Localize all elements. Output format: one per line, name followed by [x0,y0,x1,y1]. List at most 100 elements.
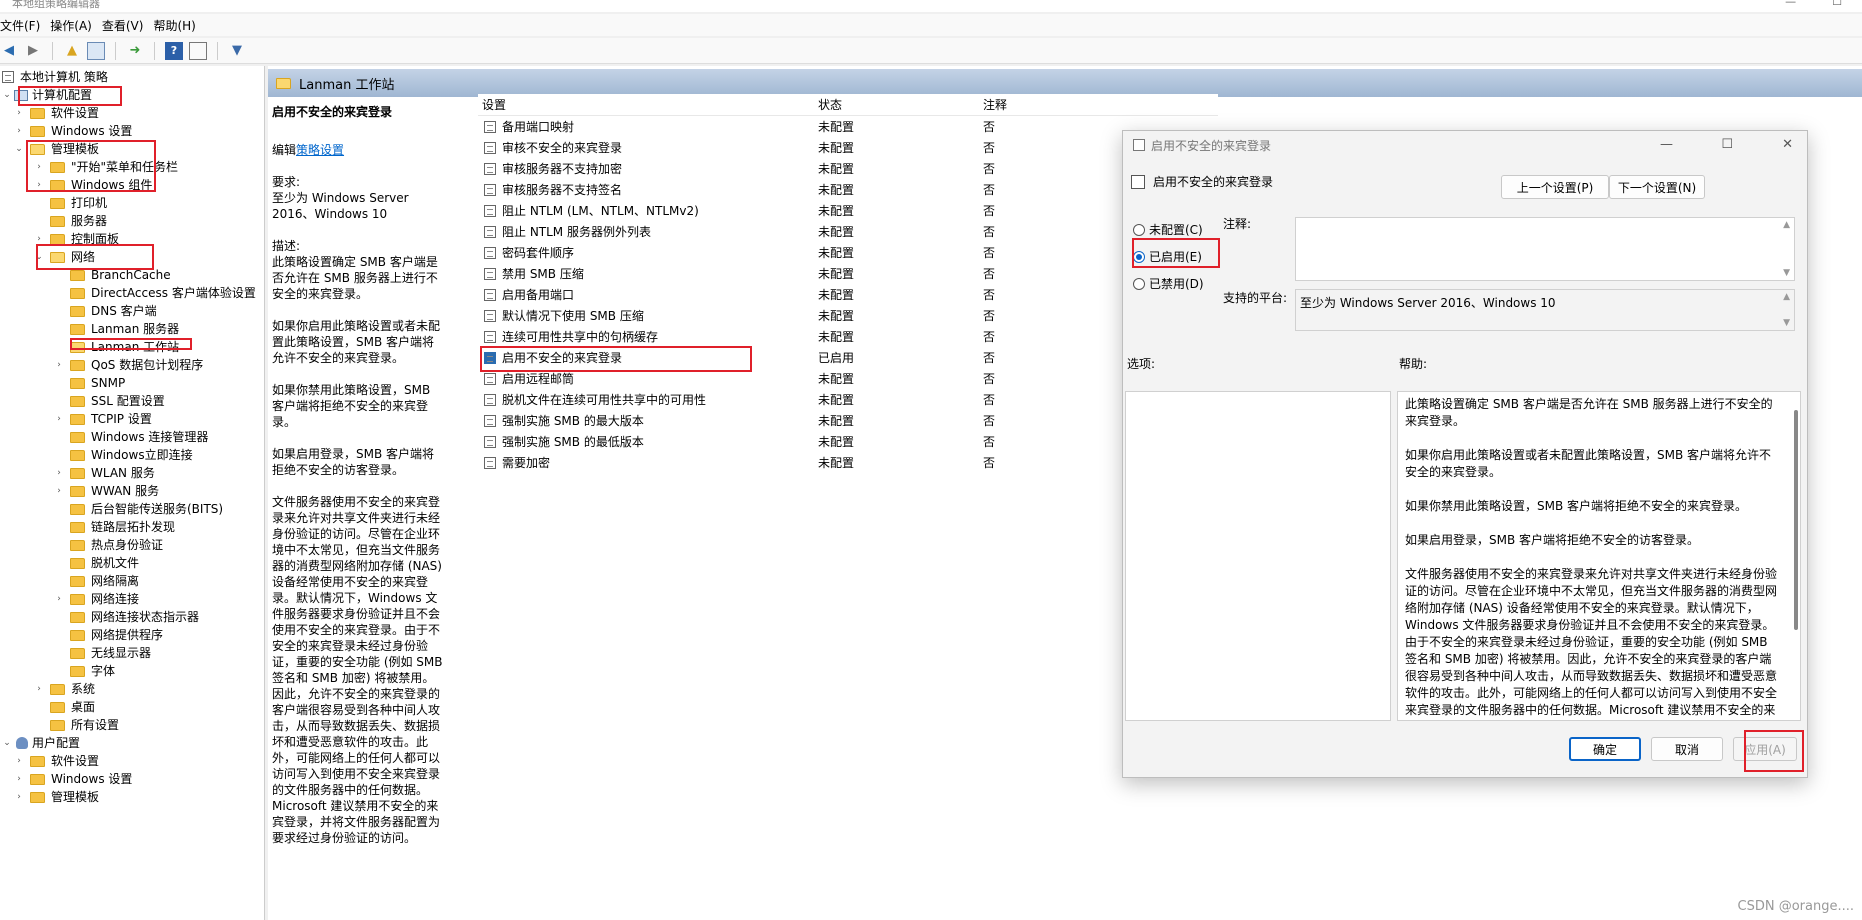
chevron-down-icon[interactable]: ⌄ [2,734,12,752]
menu-action[interactable]: 操作(A) [50,17,102,34]
tree-root[interactable]: 本地计算机 策略 [0,68,108,86]
tree-item[interactable]: Windows立即连接 [54,446,193,464]
tree-item[interactable]: 链路层拓扑发现 [54,518,175,536]
tree-item[interactable]: › 控制面板 [34,230,119,248]
export-icon[interactable]: ➜ [126,42,144,60]
help-icon[interactable]: ? [165,41,183,60]
list-item[interactable]: 审核服务器不支持签名 未配置 否 [478,179,1218,200]
column-header-setting[interactable]: 设置 [482,96,506,113]
tree-item[interactable]: Windows 连接管理器 [54,428,208,446]
menu-file[interactable]: 文件(F) [0,17,50,34]
list-item[interactable]: 启用远程邮筒 未配置 否 [478,368,1218,389]
tree-item[interactable]: › Windows 设置 [14,122,132,140]
tree-item[interactable]: BranchCache [54,266,171,284]
list-item[interactable]: 启用不安全的来宾登录 已启用 否 [478,347,1218,368]
chevron-right-icon[interactable]: › [34,158,44,176]
tree-item-network[interactable]: ⌄ 网络 [34,248,95,266]
tree-item[interactable]: 服务器 [34,212,107,230]
chevron-right-icon[interactable]: › [14,104,24,122]
tree-item[interactable]: DirectAccess 客户端体验设置 [54,284,256,302]
list-item[interactable]: 阻止 NTLM 服务器例外列表 未配置 否 [478,221,1218,242]
tree-item[interactable]: › 管理模板 [14,788,99,806]
tree-item[interactable]: › QoS 数据包计划程序 [54,356,203,374]
list-item[interactable]: 阻止 NTLM (LM、NTLM、NTLMv2) 未配置 否 [478,200,1218,221]
chevron-right-icon[interactable]: › [54,464,64,482]
edit-policy-link[interactable]: 策略设置 [296,143,344,157]
list-item[interactable]: 密码套件顺序 未配置 否 [478,242,1218,263]
tree-item-lanman-workstation[interactable]: Lanman 工作站 [54,338,179,356]
prev-setting-button[interactable]: 上一个设置(P) [1501,175,1609,199]
column-header-state[interactable]: 状态 [818,96,842,113]
list-item[interactable]: 审核服务器不支持加密 未配置 否 [478,158,1218,179]
minimize-button[interactable]: — [1785,0,1796,7]
list-item[interactable]: 连续可用性共享中的句柄缓存 未配置 否 [478,326,1218,347]
chevron-right-icon[interactable]: › [34,680,44,698]
tree-item[interactable]: › Windows 组件 [34,176,152,194]
chevron-right-icon[interactable]: › [54,590,64,608]
tree-item[interactable]: 网络连接状态指示器 [54,608,199,626]
next-setting-button[interactable]: 下一个设置(N) [1609,175,1705,199]
tree-item[interactable]: › Windows 设置 [14,770,132,788]
tree-item[interactable]: › 软件设置 [14,752,99,770]
radio-not-configured[interactable]: 未配置(C) [1133,221,1203,238]
chevron-right-icon[interactable]: › [14,752,24,770]
maximize-icon[interactable]: ☐ [1721,137,1733,152]
list-item[interactable]: 强制实施 SMB 的最大版本 未配置 否 [478,410,1218,431]
tree-item[interactable]: › TCPIP 设置 [54,410,152,428]
properties-icon[interactable] [189,41,207,60]
radio-enabled[interactable]: 已启用(E) [1133,248,1202,265]
tree-item[interactable]: › 网络连接 [54,590,139,608]
tree-item[interactable]: › WWAN 服务 [54,482,159,500]
tree-item-computer-config[interactable]: ⌄ 计算机配置 [2,86,92,104]
list-item[interactable]: 启用备用端口 未配置 否 [478,284,1218,305]
chevron-right-icon[interactable]: › [54,482,64,500]
chevron-down-icon[interactable]: ⌄ [2,86,12,104]
list-item[interactable]: 备用端口映射 未配置 否 [478,116,1218,137]
chevron-right-icon[interactable]: › [14,122,24,140]
chevron-down-icon[interactable]: ⌄ [14,140,24,158]
tree-item[interactable]: Lanman 服务器 [54,320,179,338]
radio-disabled[interactable]: 已禁用(D) [1133,275,1204,292]
list-item[interactable]: 禁用 SMB 压缩 未配置 否 [478,263,1218,284]
close-icon[interactable]: ✕ [1782,137,1793,152]
chevron-right-icon[interactable]: › [54,410,64,428]
chevron-right-icon[interactable]: › [14,770,24,788]
list-item[interactable]: 强制实施 SMB 的最低版本 未配置 否 [478,431,1218,452]
chevron-right-icon[interactable]: › [34,176,44,194]
tree-item[interactable]: › 软件设置 [14,104,99,122]
scroll-down-icon[interactable]: ▼ [1783,268,1790,278]
tree-item[interactable]: 字体 [54,662,115,680]
up-folder-icon[interactable]: ▲ [63,42,81,60]
tree-item[interactable]: › WLAN 服务 [54,464,155,482]
cancel-button[interactable]: 取消 [1651,737,1723,761]
menu-help[interactable]: 帮助(H) [153,17,205,34]
tree-item[interactable]: 后台智能传送服务(BITS) [54,500,223,518]
scroll-down-icon[interactable]: ▼ [1783,318,1790,328]
chevron-down-icon[interactable]: ⌄ [34,248,44,266]
forward-icon[interactable]: ▶ [24,42,42,60]
list-item[interactable]: 默认情况下使用 SMB 压缩 未配置 否 [478,305,1218,326]
back-icon[interactable]: ◀ [0,42,18,60]
tree-item-user-config[interactable]: ⌄ 用户配置 [2,734,80,752]
tree-item-admin-templates[interactable]: ⌄ 管理模板 [14,140,99,158]
scroll-up-icon[interactable]: ▲ [1783,220,1790,230]
tree-item[interactable]: 脱机文件 [54,554,139,572]
tree-item[interactable]: 所有设置 [34,716,119,734]
tree-item[interactable]: 桌面 [34,698,95,716]
help-scrollbar[interactable] [1794,410,1798,630]
scroll-up-icon[interactable]: ▲ [1783,292,1790,302]
list-item[interactable]: 脱机文件在连续可用性共享中的可用性 未配置 否 [478,389,1218,410]
tree-item[interactable]: › 系统 [34,680,95,698]
tree-item[interactable]: 网络提供程序 [54,626,163,644]
maximize-button[interactable]: ☐ [1832,0,1842,7]
chevron-right-icon[interactable]: › [54,356,64,374]
apply-button[interactable]: 应用(A) [1733,737,1797,761]
menu-view[interactable]: 查看(V) [102,17,154,34]
chevron-right-icon[interactable]: › [34,230,44,248]
chevron-right-icon[interactable]: › [14,788,24,806]
tree-item[interactable]: DNS 客户端 [54,302,157,320]
ok-button[interactable]: 确定 [1569,737,1641,761]
list-item[interactable]: 需要加密 未配置 否 [478,452,1218,473]
tree-item[interactable]: SNMP [54,374,125,392]
filter-icon[interactable]: ▼ [228,42,246,60]
